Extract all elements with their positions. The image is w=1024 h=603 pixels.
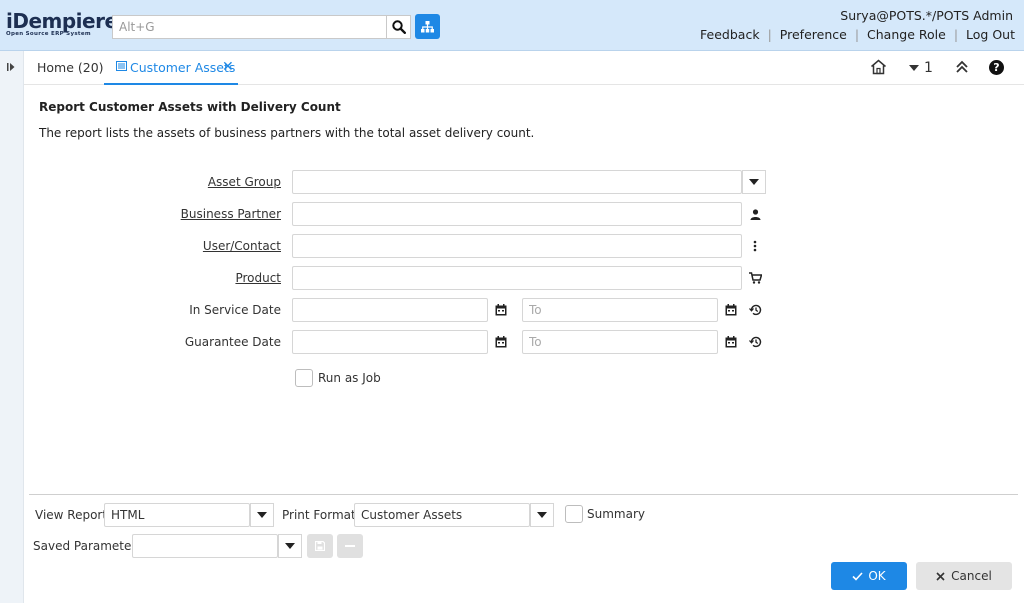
link-separator: | [953, 27, 959, 42]
tab-customer-assets[interactable]: Customer Assets ✕ [104, 51, 238, 85]
tab-bar: Home (20) Customer Assets ✕ 1 ? [24, 51, 1024, 85]
tab-label: Customer Assets [130, 60, 236, 75]
header-links: Feedback | Preference | Change Role | Lo… [700, 27, 1015, 42]
saved-parameters-select[interactable] [132, 534, 278, 558]
view-report-select[interactable] [104, 503, 250, 527]
tab-home[interactable]: Home (20) [37, 60, 104, 75]
product-field[interactable] [292, 266, 742, 290]
idempiere-logo[interactable]: iDempiere Open Source ERP System [6, 9, 118, 41]
caret-down-icon [257, 512, 267, 518]
logout-link[interactable]: Log Out [966, 27, 1015, 42]
delete-parameters-button[interactable] [337, 534, 363, 558]
sitemap-icon [421, 20, 434, 32]
history-icon [748, 304, 761, 316]
print-format-select[interactable] [354, 503, 530, 527]
minus-icon [345, 545, 355, 547]
calendar-icon [725, 304, 737, 316]
calendar-icon [725, 336, 737, 348]
person-icon [750, 208, 760, 220]
search-button[interactable] [387, 15, 411, 39]
link-separator: | [767, 27, 772, 42]
cancel-button[interactable]: Cancel [916, 562, 1012, 590]
guarantee-date-history-button[interactable] [747, 334, 763, 350]
in-service-date-from-field[interactable] [292, 298, 488, 322]
check-icon [852, 571, 863, 581]
user-contact-menu-button[interactable] [747, 238, 763, 254]
in-service-date-to-field[interactable] [522, 298, 718, 322]
kebab-menu-icon [753, 240, 757, 252]
saved-parameters-label: Saved Parameters [33, 539, 143, 553]
cart-icon [748, 272, 762, 284]
print-format-label: Print Format [282, 508, 356, 522]
business-partner-label[interactable]: Business Partner [181, 207, 281, 221]
app-header: iDempiere Open Source ERP System Surya@P… [0, 0, 1024, 51]
menu-tree-button[interactable] [415, 14, 440, 39]
caret-down-icon [749, 179, 759, 185]
change-role-link[interactable]: Change Role [867, 27, 946, 42]
run-as-job-label[interactable]: Run as Job [318, 371, 381, 385]
window-count: 1 [924, 60, 933, 76]
view-report-label: View Report [35, 508, 108, 522]
report-description: The report lists the assets of business … [39, 126, 535, 140]
expand-panel-icon[interactable] [6, 62, 16, 72]
close-tab-icon[interactable]: ✕ [222, 59, 234, 75]
calendar-icon [495, 304, 507, 316]
calendar-icon [495, 336, 507, 348]
asset-group-dropdown-button[interactable] [742, 170, 766, 194]
save-parameters-button[interactable] [307, 534, 333, 558]
product-lookup-button[interactable] [747, 270, 763, 286]
product-label[interactable]: Product [235, 271, 281, 285]
guarantee-date-from-calendar-button[interactable] [493, 334, 509, 350]
guarantee-date-to-field[interactable] [522, 330, 718, 354]
bottom-divider [29, 494, 1018, 495]
link-separator: | [854, 27, 860, 42]
in-service-date-to-calendar-button[interactable] [723, 302, 739, 318]
close-icon [936, 571, 945, 581]
user-contact-label[interactable]: User/Contact [203, 239, 281, 253]
collapse-up-icon[interactable] [955, 60, 969, 74]
caret-down-icon [285, 543, 295, 549]
user-contact-field[interactable] [292, 234, 742, 258]
logo-text: iDempiere [6, 9, 118, 33]
window-list-dropdown[interactable]: 1 [909, 60, 933, 76]
run-as-job-checkbox[interactable] [295, 369, 313, 387]
user-name[interactable]: Surya@POTS.*/POTS Admin [840, 8, 1013, 23]
history-icon [748, 336, 761, 348]
help-icon[interactable]: ? [989, 60, 1004, 75]
summary-checkbox[interactable] [565, 505, 583, 523]
guarantee-date-to-calendar-button[interactable] [723, 334, 739, 350]
asset-group-label[interactable]: Asset Group [208, 175, 281, 189]
guarantee-date-from-field[interactable] [292, 330, 488, 354]
ok-label: OK [868, 569, 886, 583]
global-search-input[interactable] [112, 15, 387, 39]
preference-link[interactable]: Preference [780, 27, 847, 42]
caret-down-icon [909, 65, 919, 71]
summary-label[interactable]: Summary [587, 507, 645, 521]
view-report-dropdown-button[interactable] [250, 503, 274, 527]
saved-parameters-dropdown-button[interactable] [278, 534, 302, 558]
business-partner-field[interactable] [292, 202, 742, 226]
asset-group-field[interactable] [292, 170, 742, 194]
report-title: Report Customer Assets with Delivery Cou… [39, 100, 341, 114]
guarantee-date-label: Guarantee Date [184, 335, 281, 349]
feedback-link[interactable]: Feedback [700, 27, 760, 42]
report-icon [116, 61, 127, 71]
in-service-date-label: In Service Date [189, 303, 281, 317]
in-service-date-from-calendar-button[interactable] [493, 302, 509, 318]
save-icon [315, 541, 325, 551]
print-format-dropdown-button[interactable] [530, 503, 554, 527]
caret-down-icon [537, 512, 547, 518]
business-partner-lookup-button[interactable] [747, 206, 763, 222]
home-icon[interactable] [870, 59, 887, 75]
cancel-label: Cancel [951, 569, 992, 583]
left-panel-strip [0, 51, 24, 603]
ok-button[interactable]: OK [831, 562, 907, 590]
search-icon [391, 20, 406, 34]
in-service-date-history-button[interactable] [747, 302, 763, 318]
